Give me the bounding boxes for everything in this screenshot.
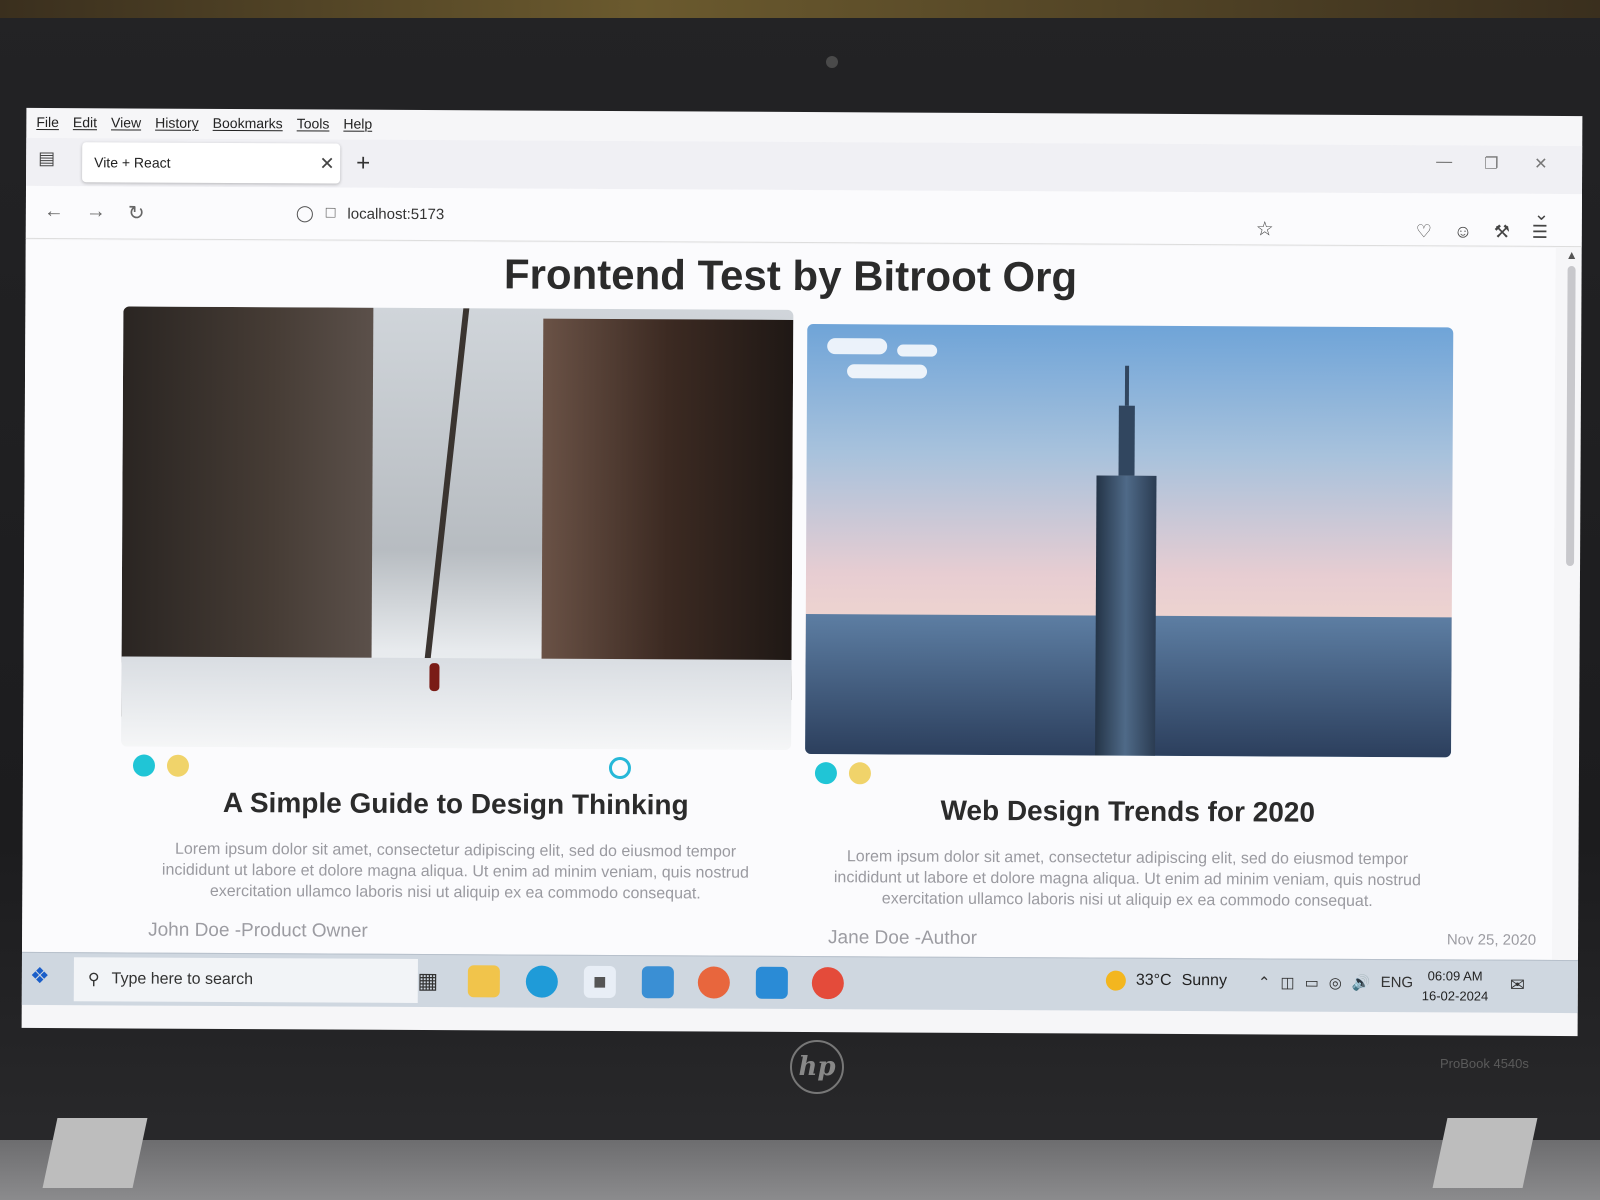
forward-icon[interactable]: →: [86, 200, 106, 223]
network-icon[interactable]: ◎: [1329, 974, 1342, 992]
minimize-icon[interactable]: —: [1436, 153, 1452, 171]
dot-yellow: [166, 754, 190, 777]
search-placeholder: Type here to search: [111, 970, 254, 989]
clock[interactable]: 06:09 AM 16-02-2024: [1422, 966, 1489, 1006]
address-bar[interactable]: ◯ □ localhost:5173: [296, 195, 1306, 236]
card-dots: [121, 746, 791, 786]
menu-edit[interactable]: Edit: [73, 114, 97, 130]
weather-condition: Sunny: [1181, 971, 1228, 990]
laptop-base: [0, 1140, 1600, 1200]
windows-start-icon[interactable]: ❖: [30, 963, 70, 995]
dot-cyan: [132, 754, 156, 777]
background-strip: [0, 0, 1600, 18]
hinge-right: [1432, 1118, 1538, 1188]
chrome-icon[interactable]: [811, 967, 844, 1000]
menu-file[interactable]: File: [36, 114, 59, 130]
webcam: [826, 56, 838, 68]
menu-help[interactable]: Help: [343, 116, 372, 132]
hinge-left: [42, 1118, 148, 1188]
scrollbar[interactable]: ▲: [1562, 248, 1578, 960]
task-view-icon[interactable]: ▦: [412, 965, 444, 997]
tab-title: Vite + React: [94, 154, 171, 171]
firefox-icon[interactable]: [697, 966, 730, 999]
clock-date: 16-02-2024: [1421, 988, 1489, 1004]
volume-icon[interactable]: 🔊: [1352, 974, 1371, 992]
scroll-up-icon[interactable]: ▲: [1566, 248, 1578, 262]
taskbar: ❖ ⚲ Type here to search ▦ ■ 33°C Sunny ⌃…: [21, 951, 1578, 1014]
edge-icon[interactable]: [525, 965, 558, 998]
page-title: Frontend Test by Bitroot Org: [503, 250, 1078, 301]
url-text[interactable]: localhost:5173: [347, 205, 444, 223]
dot-cyan: [814, 762, 838, 785]
close-window-icon[interactable]: ✕: [1534, 154, 1548, 174]
reload-icon[interactable]: ↻: [128, 200, 145, 225]
dot-yellow: [848, 762, 872, 785]
extensions-icon[interactable]: ⚒: [1494, 222, 1510, 243]
file-explorer-icon[interactable]: [467, 965, 500, 998]
search-icon: ⚲: [87, 971, 100, 989]
account-icon[interactable]: ☺: [1454, 221, 1472, 242]
store-icon[interactable]: ■: [583, 965, 616, 999]
blog-card[interactable]: Web Design Trends for 2020 Lorem ipsum d…: [804, 324, 1536, 952]
nav-bar: ← → ↻ ◯ □ localhost:5173 ⌄: [25, 185, 1582, 248]
card-author: John Doe -Product Owner: [148, 919, 368, 942]
tab-active[interactable]: Vite + React ✕: [82, 142, 341, 184]
card-date: Nov 25, 2020: [1446, 931, 1537, 949]
bookmark-star-icon[interactable]: ☆: [1256, 216, 1274, 241]
tab-strip: ▤ Vite + React ✕ + — ❐ ✕: [26, 137, 1583, 195]
screen: File Edit View History Bookmarks Tools H…: [21, 107, 1583, 1037]
battery-icon[interactable]: ▭: [1305, 974, 1319, 992]
blog-card[interactable]: A Simple Guide to Design Thinking Lorem …: [120, 306, 794, 944]
menu-tools[interactable]: Tools: [297, 115, 330, 131]
hp-logo: hp: [790, 1040, 844, 1094]
card-body: Lorem ipsum dolor sit amet, consectetur …: [161, 840, 749, 903]
card-image-nyc-skyline: [805, 324, 1454, 758]
weather-widget[interactable]: 33°C Sunny: [1105, 970, 1228, 992]
back-icon[interactable]: ←: [44, 200, 64, 223]
notification-icon[interactable]: ✉: [1510, 975, 1525, 996]
system-tray: ⌃ ◫ ▭ ◎ 🔊 ENG: [1258, 973, 1413, 992]
menu-bookmarks[interactable]: Bookmarks: [213, 115, 283, 131]
menu-view[interactable]: View: [111, 114, 141, 130]
mail-icon[interactable]: [641, 966, 674, 999]
device-icon[interactable]: ◫: [1280, 974, 1294, 992]
pocket-icon[interactable]: ♡: [1416, 221, 1432, 242]
taskbar-search[interactable]: ⚲ Type here to search: [73, 957, 418, 1003]
sun-icon: [1105, 970, 1126, 991]
card-body: Lorem ipsum dolor sit amet, consectetur …: [833, 848, 1421, 910]
menu-icon[interactable]: ☰: [1532, 222, 1548, 243]
close-tab-icon[interactable]: ✕: [314, 153, 340, 174]
menu-history[interactable]: History: [155, 115, 199, 131]
weather-temp: 33°C: [1135, 971, 1172, 989]
card-dots: [805, 754, 1451, 793]
tab-list-icon[interactable]: ▤: [38, 148, 62, 172]
page-content: ☆ ♡ ☺ ⚒ ☰ Frontend Test by Bitroot Org A…: [22, 218, 1556, 960]
shield-icon[interactable]: ◯: [296, 203, 314, 223]
model-label: ProBook 4540s: [1440, 1056, 1529, 1071]
card-author: Jane Doe -Author: [828, 927, 978, 949]
chevron-up-icon[interactable]: ⌃: [1258, 973, 1271, 991]
vscode-icon[interactable]: [755, 966, 788, 999]
card-title[interactable]: Web Design Trends for 2020: [805, 794, 1451, 829]
new-tab-button[interactable]: +: [356, 150, 370, 178]
card-image-winter-street: [121, 306, 794, 750]
page-icon: □: [325, 204, 336, 222]
language-indicator[interactable]: ENG: [1381, 974, 1414, 992]
scroll-thumb[interactable]: [1566, 266, 1576, 567]
dot-ring: [608, 756, 632, 780]
clock-time: 06:09 AM: [1427, 968, 1483, 984]
restore-icon[interactable]: ❐: [1484, 154, 1498, 174]
card-title[interactable]: A Simple Guide to Design Thinking: [121, 786, 791, 822]
